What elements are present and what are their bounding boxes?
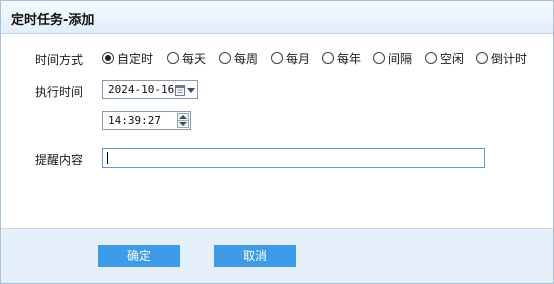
radio-monthly[interactable]: 每月 <box>271 50 310 66</box>
dialog-titlebar[interactable]: 定时任务-添加 <box>1 1 553 34</box>
spin-down-icon[interactable] <box>179 122 187 126</box>
reminder-content-label: 提醒内容 <box>35 153 84 167</box>
radio-yearly[interactable]: 每年 <box>322 50 361 66</box>
radio-label: 倒计时 <box>491 51 528 66</box>
time-picker[interactable]: 14:39:27 <box>102 111 191 130</box>
radio-indicator[interactable] <box>271 52 283 64</box>
date-picker[interactable]: 2024-10-16 <box>102 80 198 99</box>
radio-indicator[interactable] <box>167 52 179 64</box>
radio-indicator[interactable] <box>322 52 334 64</box>
time-mode-label: 时间方式 <box>35 53 84 67</box>
text-caret <box>107 152 108 164</box>
cancel-button[interactable]: 取消 <box>214 245 296 267</box>
chevron-down-icon[interactable] <box>187 88 195 93</box>
radio-idle[interactable]: 空闲 <box>425 50 464 66</box>
radio-label: 每周 <box>234 51 259 66</box>
radio-daily[interactable]: 每天 <box>167 50 206 66</box>
time-spinner[interactable] <box>177 113 189 128</box>
radio-interval[interactable]: 间隔 <box>373 50 412 66</box>
radio-indicator[interactable] <box>219 52 231 64</box>
radio-indicator[interactable] <box>476 52 488 64</box>
exec-time-label: 执行时间 <box>35 85 84 99</box>
reminder-content-input[interactable] <box>102 148 485 168</box>
radio-label: 间隔 <box>388 51 413 66</box>
radio-label: 每年 <box>337 51 362 66</box>
radio-label: 每天 <box>182 51 207 66</box>
spinner-divider <box>178 120 188 121</box>
dialog-footer: 确定 取消 <box>1 228 553 283</box>
scheduled-task-dialog: 定时任务-添加 时间方式 自定时 每天 每周 每月 每年 间隔 空闲 倒计时 执… <box>0 0 554 284</box>
radio-custom-time[interactable]: 自定时 <box>102 50 153 66</box>
ok-button[interactable]: 确定 <box>98 245 180 267</box>
radio-indicator[interactable] <box>102 52 114 64</box>
radio-label: 自定时 <box>117 51 154 66</box>
radio-weekly[interactable]: 每周 <box>219 50 258 66</box>
time-value[interactable]: 14:39:27 <box>108 114 161 127</box>
date-value[interactable]: 2024-10-16 <box>108 83 174 96</box>
calendar-icon[interactable] <box>175 84 185 96</box>
radio-label: 空闲 <box>440 51 465 66</box>
radio-label: 每月 <box>286 51 311 66</box>
spin-up-icon[interactable] <box>179 115 187 119</box>
radio-indicator[interactable] <box>373 52 385 64</box>
radio-indicator[interactable] <box>425 52 437 64</box>
dialog-title: 定时任务-添加 <box>11 13 95 28</box>
radio-countdown[interactable]: 倒计时 <box>476 50 527 66</box>
